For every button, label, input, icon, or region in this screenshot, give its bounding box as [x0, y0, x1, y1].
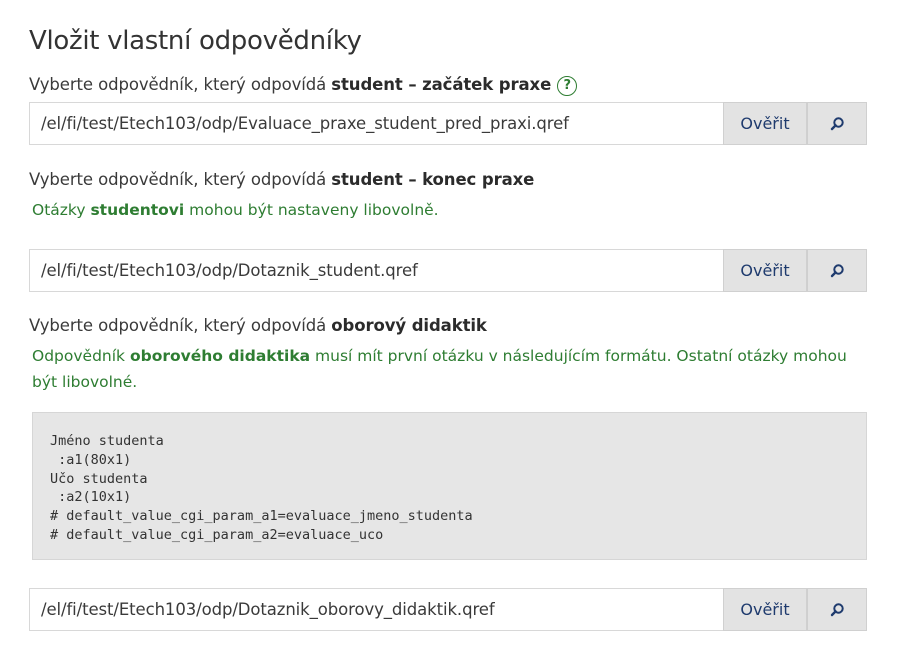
- label-role: student – konec praxe: [331, 170, 535, 189]
- student-note: Otázky studentovi mohou být nastaveny li…: [32, 197, 852, 223]
- magnifier-icon: [830, 264, 844, 278]
- note-suffix: mohou být nastaveny libovolně.: [184, 201, 439, 219]
- magnifier-icon: [830, 117, 844, 131]
- magnifier-icon: [830, 603, 844, 617]
- label-prefix: Vyberte odpovědník, který odpovídá: [29, 75, 332, 94]
- note-bold: oborového didaktika: [129, 347, 311, 365]
- path-row-didactic: Ověřit: [29, 588, 867, 631]
- section-didactic-label: Vyberte odpovědník, který odpovídá oboro…: [29, 316, 487, 335]
- note-bold: studentovi: [90, 201, 185, 219]
- format-code-sample: Jméno studenta :a1(80x1) Učo studenta :a…: [32, 412, 867, 560]
- didactic-note: Odpovědník oborového didaktika musí mít …: [32, 343, 852, 395]
- label-role: oborový didaktik: [331, 316, 487, 335]
- label-role: student – začátek praxe: [331, 75, 552, 94]
- label-prefix: Vyberte odpovědník, který odpovídá: [29, 316, 332, 335]
- verify-button-end[interactable]: Ověřit: [723, 249, 807, 292]
- note-prefix: Otázky: [32, 201, 91, 219]
- search-button-end[interactable]: [807, 249, 867, 292]
- question-circle-icon[interactable]: ?: [557, 76, 578, 96]
- verify-button-didactic[interactable]: Ověřit: [723, 588, 807, 631]
- path-row-start: Ověřit: [29, 102, 867, 145]
- path-input-end[interactable]: [29, 249, 723, 292]
- label-prefix: Vyberte odpovědník, který odpovídá: [29, 170, 332, 189]
- path-input-didactic[interactable]: [29, 588, 723, 631]
- path-input-start[interactable]: [29, 102, 723, 145]
- page-title: Vložit vlastní odpovědníky: [29, 26, 362, 56]
- search-button-didactic[interactable]: [807, 588, 867, 631]
- path-row-end: Ověřit: [29, 249, 867, 292]
- section-start-label: Vyberte odpovědník, který odpovídá stude…: [29, 75, 578, 96]
- verify-button-start[interactable]: Ověřit: [723, 102, 807, 145]
- note-prefix: Odpovědník: [32, 347, 130, 365]
- search-button-start[interactable]: [807, 102, 867, 145]
- section-end-label: Vyberte odpovědník, který odpovídá stude…: [29, 170, 534, 189]
